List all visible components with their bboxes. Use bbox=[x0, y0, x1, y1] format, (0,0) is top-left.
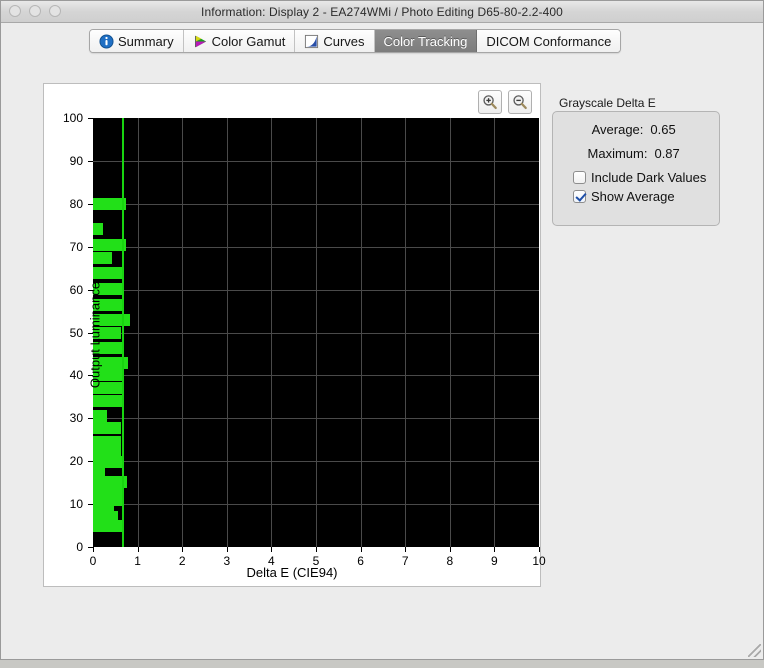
y-gridline bbox=[93, 333, 539, 334]
y-tick-label: 0 bbox=[76, 540, 83, 554]
include-dark-values-row[interactable]: Include Dark Values bbox=[563, 170, 709, 185]
window-titlebar: Information: Display 2 - EA274WMi / Phot… bbox=[1, 1, 763, 23]
tab-label: Summary bbox=[118, 33, 174, 49]
window-content: Summary Color Gamut Curves Color Trackin… bbox=[1, 23, 763, 659]
zoom-button[interactable] bbox=[49, 5, 61, 17]
y-gridline bbox=[93, 418, 539, 419]
stat-label: Maximum: bbox=[587, 146, 648, 161]
y-tick-label: 40 bbox=[69, 368, 83, 383]
checkbox-label: Include Dark Values bbox=[591, 170, 707, 185]
y-gridline bbox=[93, 504, 539, 505]
close-button[interactable] bbox=[9, 5, 21, 17]
stat-value: 0.65 bbox=[650, 122, 676, 137]
y-tick-mark bbox=[88, 161, 93, 162]
include-dark-values-checkbox[interactable] bbox=[573, 171, 586, 184]
chart-bar bbox=[93, 395, 123, 407]
tab-color-tracking[interactable]: Color Tracking bbox=[374, 30, 478, 52]
zoom-out-icon bbox=[513, 95, 527, 110]
chart-bar bbox=[93, 252, 112, 264]
y-tick-mark bbox=[88, 504, 93, 505]
y-gridline bbox=[93, 290, 539, 291]
window-controls bbox=[9, 5, 61, 17]
checkbox-label: Show Average bbox=[591, 189, 675, 204]
x-axis-label: Delta E (CIE94) bbox=[246, 565, 338, 580]
y-tick-mark bbox=[88, 418, 93, 419]
grayscale-delta-e-panel: Average: 0.65 Maximum: 0.87 Include Dark… bbox=[552, 111, 720, 226]
y-tick-label: 100 bbox=[62, 111, 83, 125]
y-gridline bbox=[93, 375, 539, 376]
show-average-checkbox[interactable] bbox=[573, 190, 586, 203]
y-gridline bbox=[93, 247, 539, 248]
x-tick-mark bbox=[361, 547, 362, 552]
x-tick-mark bbox=[539, 547, 540, 552]
x-tick-mark bbox=[316, 547, 317, 552]
minimize-button[interactable] bbox=[29, 5, 41, 17]
y-gridline bbox=[93, 204, 539, 205]
y-tick-mark bbox=[88, 204, 93, 205]
chart-plot-area bbox=[93, 118, 539, 547]
y-tick-mark bbox=[88, 118, 93, 119]
y-tick-mark bbox=[88, 247, 93, 248]
stat-maximum: Maximum: 0.87 bbox=[563, 146, 709, 161]
zoom-in-icon bbox=[483, 95, 497, 110]
y-gridline bbox=[93, 461, 539, 462]
stat-value: 0.87 bbox=[654, 146, 680, 161]
tab-curves[interactable]: Curves bbox=[295, 30, 375, 52]
y-tick-label: 70 bbox=[69, 239, 83, 254]
x-tick-mark bbox=[271, 547, 272, 552]
chart-bar bbox=[93, 223, 103, 235]
y-tick-label: 60 bbox=[69, 282, 83, 297]
y-tick-label: 30 bbox=[69, 411, 83, 426]
chart-bar bbox=[93, 520, 124, 532]
chart-bar bbox=[93, 410, 107, 422]
tab-label: Curves bbox=[323, 33, 365, 49]
y-tick-label: 10 bbox=[69, 497, 83, 512]
tab-summary[interactable]: Summary bbox=[90, 30, 184, 52]
stat-average: Average: 0.65 bbox=[563, 122, 709, 137]
tab-label: Color Tracking bbox=[383, 33, 468, 49]
tab-label: DICOM Conformance bbox=[486, 33, 612, 49]
x-tick-mark bbox=[405, 547, 406, 552]
x-tick-mark bbox=[450, 547, 451, 552]
chart-zoom-controls bbox=[478, 90, 532, 114]
x-tick-mark bbox=[93, 547, 94, 552]
color-gamut-icon bbox=[193, 34, 208, 49]
y-tick-label: 20 bbox=[69, 454, 83, 469]
y-tick-label: 50 bbox=[69, 325, 83, 340]
x-tick-mark bbox=[227, 547, 228, 552]
application-window: Information: Display 2 - EA274WMi / Phot… bbox=[0, 0, 764, 660]
y-gridline bbox=[93, 161, 539, 162]
x-tick-mark bbox=[138, 547, 139, 552]
x-tick-mark bbox=[182, 547, 183, 552]
y-tick-mark bbox=[88, 461, 93, 462]
tab-color-gamut[interactable]: Color Gamut bbox=[183, 30, 296, 52]
average-line bbox=[122, 118, 124, 547]
y-axis-label: Output Luminance bbox=[87, 281, 103, 389]
chart-bar bbox=[93, 422, 121, 434]
zoom-out-button[interactable] bbox=[508, 90, 532, 114]
tab-label: Color Gamut bbox=[211, 33, 286, 49]
curves-icon bbox=[304, 34, 319, 49]
show-average-row[interactable]: Show Average bbox=[563, 189, 709, 204]
y-tick-label: 90 bbox=[69, 153, 83, 168]
zoom-in-button[interactable] bbox=[478, 90, 502, 114]
chart-bar bbox=[93, 267, 124, 279]
window-title: Information: Display 2 - EA274WMi / Phot… bbox=[201, 4, 563, 19]
tab-bar: Summary Color Gamut Curves Color Trackin… bbox=[89, 29, 622, 53]
y-tick-label: 80 bbox=[69, 196, 83, 211]
x-tick-mark bbox=[494, 547, 495, 552]
chart-panel: 0 10 20 30 40 50 60 70 80 90 100 0 1 2 3 4 5 6 7 8 9 10 Outpu… bbox=[43, 83, 546, 587]
stat-label: Average: bbox=[591, 122, 644, 137]
tab-dicom-conformance[interactable]: DICOM Conformance bbox=[477, 30, 621, 52]
grayscale-delta-e-title: Grayscale Delta E bbox=[559, 96, 656, 110]
info-icon bbox=[99, 33, 114, 49]
resize-grip[interactable] bbox=[748, 644, 761, 657]
